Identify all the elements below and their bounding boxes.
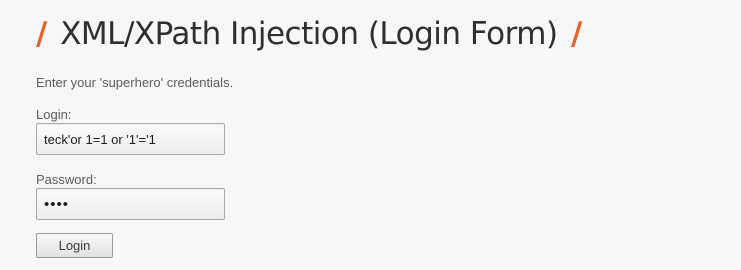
- password-input[interactable]: [36, 188, 225, 220]
- login-input[interactable]: [36, 123, 225, 155]
- page-header: / XML/XPath Injection (Login Form) /: [36, 12, 582, 56]
- login-button[interactable]: Login: [36, 233, 113, 258]
- password-label: Password:: [36, 172, 97, 187]
- page-title: XML/XPath Injection (Login Form): [60, 16, 558, 52]
- title-slash-left: /: [36, 16, 47, 52]
- instructions-text: Enter your 'superhero' credentials.: [36, 75, 234, 90]
- login-label: Login:: [36, 107, 72, 122]
- title-slash-right: /: [570, 16, 582, 52]
